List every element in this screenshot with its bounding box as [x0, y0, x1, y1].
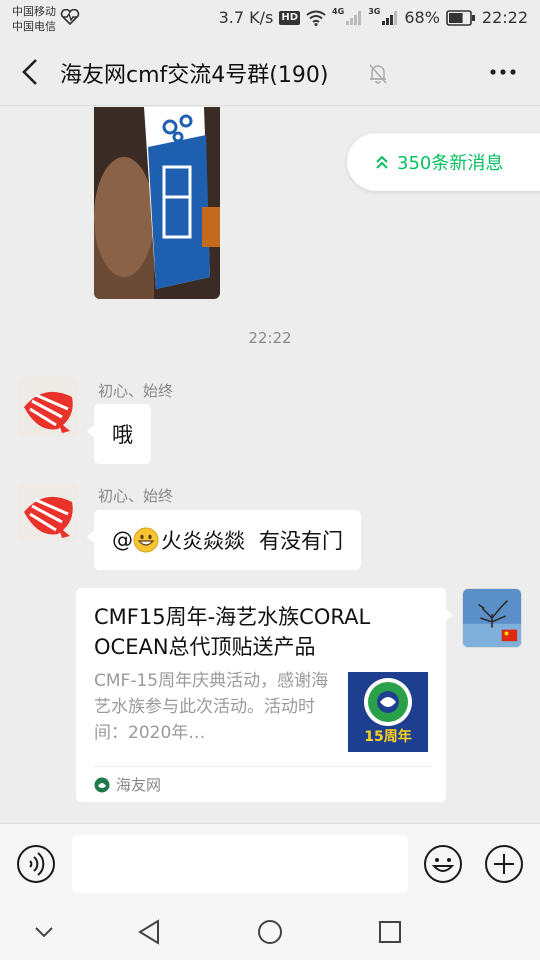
system-nav-bar — [0, 905, 540, 960]
voice-icon — [29, 852, 45, 876]
message-text: 有没有门 — [259, 529, 343, 553]
message-bubble[interactable]: @ 火炎焱燚 有没有门 — [87, 510, 361, 570]
smile-icon — [431, 858, 455, 872]
signal-2-icon — [382, 10, 398, 25]
chat-title: 海友网cmf交流4号群(190) — [60, 63, 329, 88]
nav-back-button[interactable] — [133, 917, 167, 947]
signal-1-icon — [346, 10, 362, 25]
bell-off-icon — [369, 64, 387, 84]
carrier-info: 中国移动 中国电信 — [12, 4, 56, 34]
sender-name: 初心、始终 — [98, 487, 174, 505]
square-recents-icon — [379, 921, 401, 943]
card-title: CMF15周年-海艺水族CORAL OCEAN总代顶贴送产品 — [94, 605, 371, 659]
more-icon — [490, 69, 516, 75]
battery-icon — [446, 9, 475, 26]
double-chevron-up-icon — [376, 155, 388, 169]
circle-home-icon — [258, 920, 282, 944]
net-speed: 3.7 K/s — [218, 8, 274, 27]
mention-name[interactable]: 火炎焱燚 — [161, 525, 245, 555]
heart-rate-icon — [60, 9, 80, 25]
message-input[interactable] — [72, 835, 408, 893]
mention-symbol: @ — [112, 528, 133, 552]
my-avatar[interactable] — [462, 588, 522, 648]
avatar[interactable] — [18, 482, 78, 542]
nav-recents-button[interactable] — [373, 917, 407, 947]
status-indicators: 3.7 K/s HD 4G 3G 68% 22:22 — [213, 7, 528, 27]
net-type-2: 3G — [368, 7, 381, 16]
chat-header: 海友网cmf交流4号群(190) — [0, 38, 540, 106]
sender-name: 初心、始终 — [98, 382, 174, 400]
clock: 22:22 — [481, 8, 528, 27]
more-functions-button[interactable] — [484, 844, 524, 884]
link-card[interactable]: CMF15周年-海艺水族CORAL OCEAN总代顶贴送产品 CMF-15周年庆… — [76, 588, 453, 802]
avatar[interactable] — [18, 377, 78, 437]
card-source: 海友网 — [94, 774, 161, 795]
wifi-icon — [306, 10, 326, 26]
chevron-left-icon — [22, 59, 37, 85]
message-timestamp: 22:22 — [248, 329, 292, 347]
nav-home-button[interactable] — [253, 917, 287, 947]
grinning-emoji-icon — [133, 527, 159, 553]
emoji-button[interactable] — [423, 844, 463, 884]
new-messages-label: 350条新消息 — [397, 153, 504, 174]
card-thumbnail: 15周年 — [348, 672, 428, 752]
more-button[interactable] — [488, 60, 518, 84]
nav-hide-button[interactable] — [27, 917, 61, 947]
photo-message[interactable] — [94, 107, 220, 299]
card-thumb-label: 15周年 — [364, 728, 411, 745]
triangle-back-icon — [138, 919, 159, 945]
message-list[interactable]: 350条新消息 22:22 初心、始终 哦 初心、始终 @ 火炎焱燚 有没有门 … — [0, 107, 540, 823]
back-button[interactable] — [16, 56, 46, 88]
message-bubble[interactable]: 哦 — [87, 404, 151, 464]
input-bar — [0, 823, 540, 905]
plus-icon — [494, 854, 514, 874]
source-logo-icon — [94, 777, 110, 792]
status-bar: 中国移动 中国电信 3.7 K/s HD 4G 3G 68% 22:22 — [0, 0, 540, 38]
net-type-1: 4G — [332, 7, 345, 16]
carrier-2: 中国电信 — [12, 20, 56, 33]
battery-percent: 68% — [404, 8, 440, 27]
voice-button[interactable] — [16, 844, 56, 884]
new-messages-pill[interactable]: 350条新消息 — [347, 133, 540, 191]
card-source-name: 海友网 — [116, 776, 162, 794]
carrier-1: 中国移动 — [12, 5, 56, 18]
card-description: CMF-15周年庆典活动，感谢海艺水族参与此次活动。活动时间：2020年… — [94, 671, 329, 743]
message-text: 哦 — [112, 423, 133, 447]
hd-badge: HD — [279, 10, 301, 25]
chevron-down-icon — [35, 927, 53, 938]
